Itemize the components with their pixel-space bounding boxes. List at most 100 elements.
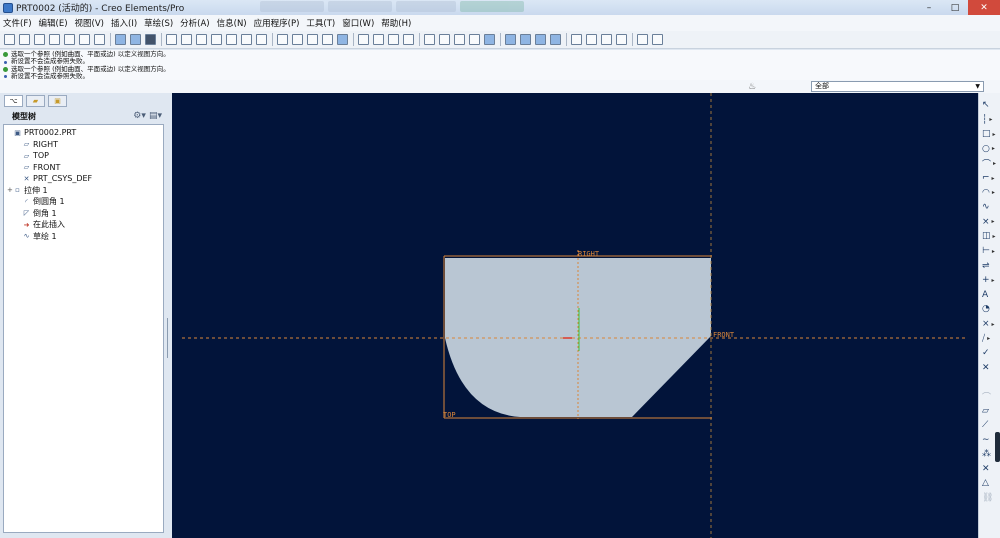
flyout-arrow-icon[interactable]: ▸	[989, 116, 992, 123]
toolbar-button[interactable]	[181, 34, 192, 45]
flyout-arrow-icon[interactable]: ▸	[992, 189, 995, 196]
flyout-arrow-icon[interactable]: ▸	[992, 218, 995, 225]
close-button[interactable]: ✕	[968, 0, 1000, 15]
tree-item[interactable]: ▱ FRONT	[4, 162, 163, 174]
toolbar-button[interactable]	[550, 34, 561, 45]
toolbar-button[interactable]	[484, 34, 495, 45]
toolbar-button[interactable]	[94, 34, 105, 45]
tree-item[interactable]: ▱ TOP	[4, 150, 163, 162]
toolbar-button[interactable]	[424, 34, 435, 45]
tree-item[interactable]: ▱ RIGHT	[4, 139, 163, 151]
toolbar-button[interactable]	[241, 34, 252, 45]
toolbar-button[interactable]	[19, 34, 30, 45]
flyout-arrow-icon[interactable]: ▸	[992, 175, 995, 182]
menu-item[interactable]: 工具(T)	[306, 17, 335, 29]
menu-item[interactable]: 帮助(H)	[381, 17, 411, 29]
menu-item[interactable]: 文件(F)	[3, 17, 32, 29]
toolbar-button[interactable]	[601, 34, 612, 45]
tree-item[interactable]: + ▫ 拉伸 1	[4, 185, 163, 197]
point-button[interactable]: × ▸	[982, 216, 998, 228]
toolbar-button[interactable]	[637, 34, 648, 45]
menu-item[interactable]: 草绘(S)	[144, 17, 173, 29]
warning-tool-button[interactable]: △	[982, 477, 998, 489]
toolbar-button[interactable]	[505, 34, 516, 45]
toolbar-button[interactable]	[130, 34, 141, 45]
flyout-arrow-icon[interactable]: ▸	[992, 145, 995, 152]
toolbar-button[interactable]	[403, 34, 414, 45]
flyout-arrow-icon[interactable]: ▸	[992, 321, 995, 328]
toolbar-button[interactable]	[4, 34, 15, 45]
graphics-area[interactable]: RIGHT FRONT TOP	[172, 93, 978, 538]
line-tool-button[interactable]: ⟋	[982, 419, 998, 431]
offset-button[interactable]: ◫ ▸	[982, 230, 998, 242]
panel-resize-handle[interactable]	[167, 318, 171, 358]
arc-button[interactable]: ⌒ ▸	[982, 157, 998, 170]
constraint-button[interactable]: + ▸	[982, 274, 998, 286]
toolbar-button[interactable]	[166, 34, 177, 45]
toolbar-button[interactable]	[307, 34, 318, 45]
toolbar-button[interactable]	[388, 34, 399, 45]
toolbar-button[interactable]	[520, 34, 531, 45]
cross-tool-button[interactable]: ✕	[982, 463, 998, 475]
toolbar-button[interactable]	[292, 34, 303, 45]
toolbar-button[interactable]	[439, 34, 450, 45]
tab-favorites[interactable]: ▣	[48, 95, 67, 107]
menu-item[interactable]: 编辑(E)	[39, 17, 68, 29]
toolbar-button[interactable]	[256, 34, 267, 45]
toolbar-button[interactable]	[358, 34, 369, 45]
menu-item[interactable]: 插入(I)	[111, 17, 137, 29]
tab-folder-browser[interactable]: ▰	[26, 95, 45, 107]
tree-item[interactable]: ◸ 倒角 1	[4, 208, 163, 220]
toolbar-button[interactable]	[337, 34, 348, 45]
toolbar-button[interactable]	[49, 34, 60, 45]
toolbar-button[interactable]	[64, 34, 75, 45]
toolbar-button[interactable]	[652, 34, 663, 45]
toolbar-button[interactable]	[469, 34, 480, 45]
spline-button[interactable]: ∿	[982, 201, 998, 213]
menu-item[interactable]: 视图(V)	[75, 17, 104, 29]
toolbar-button[interactable]	[145, 34, 156, 45]
menu-item[interactable]: 分析(A)	[180, 17, 209, 29]
maximize-button[interactable]: □	[942, 0, 968, 15]
arc-tool-button[interactable]: ⌒	[982, 390, 998, 403]
toolbar-button[interactable]	[454, 34, 465, 45]
toolbar-button[interactable]	[586, 34, 597, 45]
accept-check-button[interactable]: ✓	[982, 347, 998, 359]
centerline-button[interactable]: ┆ ▸	[982, 114, 998, 126]
toolbar-button[interactable]	[535, 34, 546, 45]
menu-item[interactable]: 应用程序(P)	[254, 17, 300, 29]
flyout-arrow-icon[interactable]: ▸	[993, 160, 996, 167]
minimize-button[interactable]: –	[916, 0, 942, 15]
ellipse-arc-button[interactable]: ◠ ▸	[982, 187, 998, 199]
select-arrow-button[interactable]: ↖	[982, 99, 998, 111]
toolbar-button[interactable]	[322, 34, 333, 45]
toolbar-button[interactable]	[226, 34, 237, 45]
toolbar-button[interactable]	[616, 34, 627, 45]
cancel-x-button[interactable]: ✕	[982, 362, 998, 374]
flyout-arrow-icon[interactable]: ▸	[992, 277, 995, 284]
flyout-arrow-icon[interactable]: ▸	[993, 131, 996, 138]
scroll-grip[interactable]	[995, 432, 1000, 462]
toolbar-button[interactable]	[34, 34, 45, 45]
dimension-button[interactable]: ⊢ ▸	[982, 245, 998, 257]
toolbar-button[interactable]	[196, 34, 207, 45]
tree-item[interactable]: ∿ 草绘 1	[4, 231, 163, 243]
parallelogram-button[interactable]: ▱	[982, 405, 998, 417]
tree-item[interactable]: ◜ 倒圆角 1	[4, 196, 163, 208]
text-button[interactable]: A	[982, 289, 998, 301]
menu-item[interactable]: 信息(N)	[217, 17, 247, 29]
tab-model-tree[interactable]: ⌥	[4, 95, 23, 107]
trim-button[interactable]: ⨯ ▸	[982, 318, 998, 330]
modify-button[interactable]: ⇌	[982, 260, 998, 272]
flyout-arrow-icon[interactable]: ▸	[987, 335, 990, 342]
palette-button[interactable]: ◔	[982, 303, 998, 315]
toolbar-button[interactable]	[79, 34, 90, 45]
tree-item[interactable]: ▣ PRT0002.PRT	[4, 127, 163, 139]
flyout-arrow-icon[interactable]: ▸	[993, 233, 996, 240]
tree-settings-icon[interactable]: ⚙▾ ▤▾	[133, 111, 162, 121]
toolbar-button[interactable]	[211, 34, 222, 45]
circle-button[interactable]: ○ ▸	[982, 143, 998, 155]
toolbar-button[interactable]	[373, 34, 384, 45]
fillet-button[interactable]: ⌐ ▸	[982, 172, 998, 184]
toolbar-button[interactable]	[277, 34, 288, 45]
